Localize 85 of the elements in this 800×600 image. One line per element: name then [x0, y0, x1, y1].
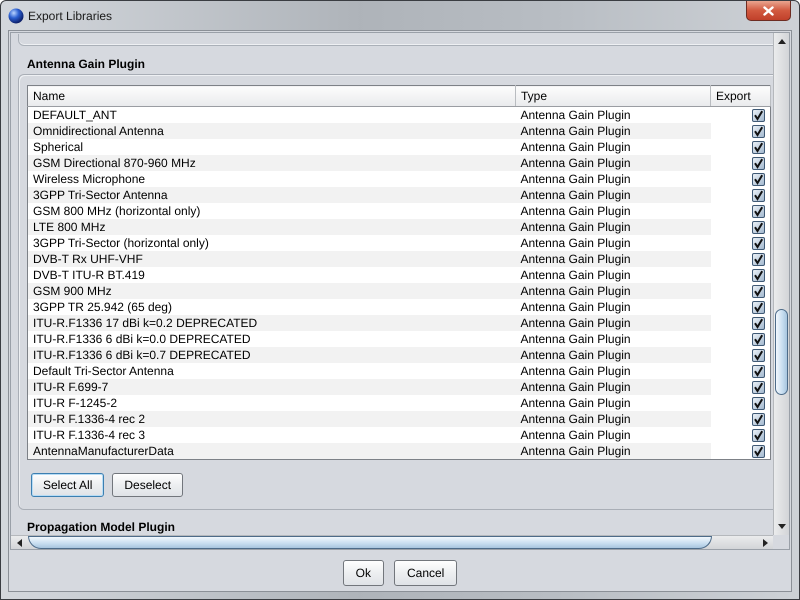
table-cell: DVB-T Rx UHF-VHF	[28, 251, 516, 267]
table-cell: Spherical	[28, 139, 516, 155]
export-checkbox[interactable]	[752, 124, 765, 138]
scroll-thumb[interactable]	[775, 309, 788, 395]
section-title: Antenna Gain Plugin	[27, 56, 146, 72]
table-cell: Antenna Gain Plugin	[516, 139, 710, 155]
table-cell: ITU-R F.1336-4 rec 2	[28, 411, 516, 427]
close-button[interactable]	[746, 1, 791, 21]
column-header: Type	[516, 86, 710, 106]
export-checkbox[interactable]	[752, 396, 765, 410]
table-cell: Antenna Gain Plugin	[516, 251, 710, 267]
table-cell: Antenna Gain Plugin	[516, 411, 710, 427]
table-cell: Antenna Gain Plugin	[516, 395, 710, 411]
table-cell: ITU-R.F1336 17 dBi k=0.2 DEPRECATED	[28, 315, 516, 331]
table-cell: Antenna Gain Plugin	[516, 203, 710, 219]
export-checkbox[interactable]	[752, 284, 765, 298]
export-checkbox[interactable]	[752, 220, 765, 234]
deselect-button[interactable]: Deselect	[112, 473, 184, 497]
export-checkbox[interactable]	[752, 156, 765, 170]
export-checkbox[interactable]	[752, 108, 765, 122]
table-cell: ITU-R.F1336 6 dBi k=0.0 DEPRECATED	[28, 331, 516, 347]
window-title: Export Libraries	[28, 8, 112, 24]
table-cell: DEFAULT_ANT	[28, 106, 516, 123]
table-cell: Antenna Gain Plugin	[516, 427, 710, 443]
table-cell: Antenna Gain Plugin	[516, 331, 710, 347]
export-checkbox[interactable]	[752, 364, 765, 378]
table-cell: ITU-R.F1336 6 dBi k=0.7 DEPRECATED	[28, 347, 516, 363]
select-all-button[interactable]: Select All	[31, 473, 104, 497]
table-cell: 3GPP TR 25.942 (65 deg)	[28, 299, 516, 315]
export-checkbox[interactable]	[752, 204, 765, 218]
table-cell: Antenna Gain Plugin	[516, 267, 710, 283]
table-cell: 3GPP Tri-Sector (horizontal only)	[28, 235, 516, 251]
table-cell: DVB-T ITU-R BT.419	[28, 267, 516, 283]
export-checkbox[interactable]	[752, 444, 765, 458]
table-cell: 3GPP Tri-Sector Antenna	[28, 187, 516, 203]
left-arrow-icon	[16, 538, 22, 546]
table-cell: Antenna Gain Plugin	[516, 171, 710, 187]
table-cell: GSM 800 MHz (horizontal only)	[28, 203, 516, 219]
export-checkbox[interactable]	[752, 268, 765, 282]
ok-button[interactable]: Ok	[342, 560, 384, 586]
section-title: Propagation Model Plugin	[27, 520, 176, 534]
table-cell: ITU-R F.699-7	[28, 379, 516, 395]
table-cell: ITU-R F.1336-4 rec 3	[28, 427, 516, 443]
export-checkbox[interactable]	[752, 172, 765, 186]
table-cell: Antenna Gain Plugin	[516, 106, 710, 123]
export-checkbox[interactable]	[752, 332, 765, 346]
column-header: Name	[28, 86, 516, 106]
table-cell: Antenna Gain Plugin	[516, 315, 710, 331]
export-checkbox[interactable]	[752, 140, 765, 154]
cancel-button[interactable]: Cancel	[394, 560, 458, 586]
table-cell: Antenna Gain Plugin	[516, 379, 710, 395]
table-cell: Antenna Gain Plugin	[516, 219, 710, 235]
export-checkbox[interactable]	[752, 236, 765, 250]
table-cell: AntennaManufacturerData	[28, 443, 516, 460]
table-cell: Omnidirectional Antenna	[28, 123, 516, 139]
table-cell: Antenna Gain Plugin	[516, 283, 710, 299]
export-checkbox[interactable]	[752, 300, 765, 314]
sphere-icon	[8, 8, 24, 24]
table-cell: Default Tri-Sector Antenna	[28, 363, 516, 379]
table-cell: GSM 900 MHz	[28, 283, 516, 299]
table-cell: Wireless Microphone	[28, 171, 516, 187]
scroll-thumb[interactable]	[28, 536, 712, 549]
table-cell: Antenna Gain Plugin	[516, 155, 710, 171]
export-checkbox[interactable]	[752, 428, 765, 442]
table-cell: Antenna Gain Plugin	[516, 187, 710, 203]
table-cell: Antenna Gain Plugin	[516, 363, 710, 379]
table-cell: Antenna Gain Plugin	[516, 299, 710, 315]
table-cell: Antenna Gain Plugin	[516, 443, 710, 460]
table-cell: Antenna Gain Plugin	[516, 123, 710, 139]
right-arrow-icon	[762, 538, 768, 546]
table-cell: LTE 800 MHz	[28, 219, 516, 235]
export-checkbox[interactable]	[752, 188, 765, 202]
export-checkbox[interactable]	[752, 348, 765, 362]
column-header: Export	[710, 86, 770, 106]
export-checkbox[interactable]	[752, 316, 765, 330]
table-cell: GSM Directional 870-960 MHz	[28, 155, 516, 171]
up-arrow-icon	[778, 39, 786, 44]
export-checkbox[interactable]	[752, 412, 765, 426]
down-arrow-icon	[778, 524, 786, 529]
close-icon	[763, 6, 774, 16]
export-checkbox[interactable]	[752, 252, 765, 266]
table-cell: ITU-R F-1245-2	[28, 395, 516, 411]
table-cell: Antenna Gain Plugin	[516, 347, 710, 363]
export-checkbox[interactable]	[752, 380, 765, 394]
table-cell: Antenna Gain Plugin	[516, 235, 710, 251]
